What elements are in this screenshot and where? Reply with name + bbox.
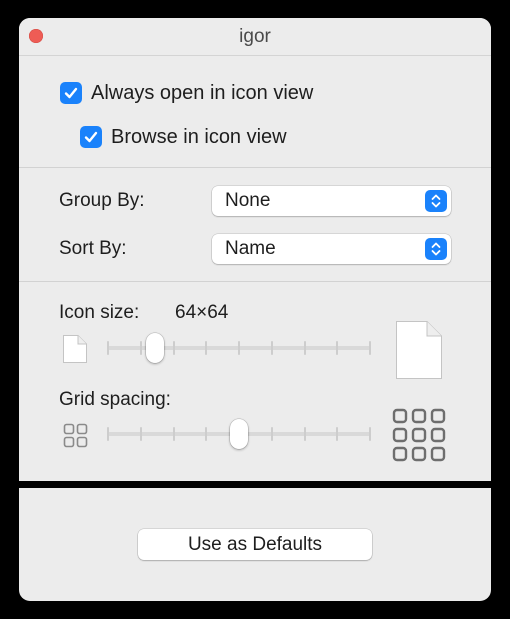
sort-by-popup[interactable]: Name	[212, 234, 451, 264]
title-bar: igor	[19, 18, 491, 56]
browse-label: Browse in icon view	[111, 125, 287, 148]
slider-knob[interactable]	[145, 333, 164, 363]
always-open-icon-view-row[interactable]: Always open in icon view	[60, 80, 313, 106]
slider-tick	[205, 427, 208, 441]
slider-tick	[107, 341, 109, 355]
slider-tick	[139, 341, 142, 355]
up-down-chevron-icon	[425, 190, 447, 212]
icon-size-label: Icon size:	[59, 302, 140, 323]
small-grid-icon	[63, 423, 88, 448]
slider-tick	[107, 427, 109, 441]
checkmark-icon	[64, 87, 78, 99]
browse-checkbox[interactable]	[80, 126, 102, 148]
slider-tick	[238, 341, 240, 355]
use-as-defaults-button[interactable]: Use as Defaults	[138, 529, 372, 560]
slider-tick	[369, 341, 371, 355]
sort-by-value: Name	[225, 238, 276, 259]
grid-spacing-label: Grid spacing:	[59, 389, 171, 410]
slider-tick	[336, 341, 339, 355]
checkmark-icon	[84, 131, 98, 143]
slider-tick	[369, 427, 371, 441]
slider-tick	[172, 427, 175, 441]
window-title: igor	[239, 26, 271, 47]
large-grid-icon	[392, 408, 446, 462]
group-by-popup[interactable]: None	[212, 186, 451, 216]
slider-tick	[270, 427, 273, 441]
up-down-chevron-icon	[425, 238, 447, 260]
slider-tick	[139, 427, 142, 441]
slider-tick	[336, 427, 339, 441]
slider-tick	[172, 341, 175, 355]
slider-tick	[303, 341, 306, 355]
slider-tick	[205, 341, 208, 355]
slider-tick	[270, 341, 273, 355]
slider-tick	[303, 427, 306, 441]
divider	[19, 167, 491, 168]
close-button[interactable]	[29, 29, 43, 43]
sort-by-label: Sort By:	[59, 238, 127, 259]
separator-bar	[19, 481, 491, 488]
small-document-icon	[63, 335, 87, 363]
always-open-label: Always open in icon view	[91, 81, 314, 104]
browse-icon-view-row[interactable]: Browse in icon view	[80, 124, 287, 150]
slider-knob[interactable]	[230, 419, 248, 449]
large-document-icon	[396, 321, 442, 379]
icon-size-value: 64×64	[175, 302, 229, 323]
group-by-value: None	[225, 190, 271, 211]
divider	[19, 281, 491, 282]
view-options-window: igor Always open in icon view Browse in …	[19, 18, 491, 601]
always-open-checkbox[interactable]	[60, 82, 82, 104]
group-by-label: Group By:	[59, 190, 145, 211]
